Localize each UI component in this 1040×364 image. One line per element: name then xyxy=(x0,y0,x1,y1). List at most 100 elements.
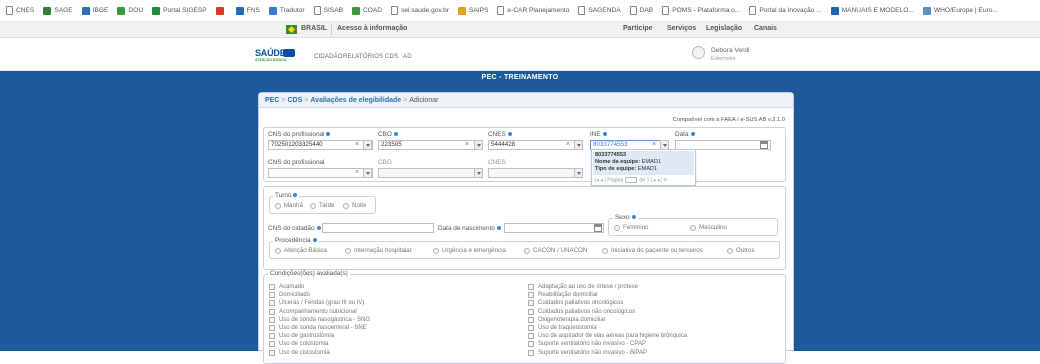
gov-link-participe[interactable]: Participe xyxy=(623,25,653,32)
condicao-checkbox[interactable]: Cuidados paliativos oncológicos xyxy=(528,300,623,307)
bookmark-14[interactable]: DAB xyxy=(629,6,653,15)
turno-noite-radio[interactable]: Noite xyxy=(343,202,366,209)
user-avatar-icon[interactable] xyxy=(692,46,705,59)
checkbox-icon[interactable] xyxy=(528,284,534,290)
checkbox-icon[interactable] xyxy=(269,349,275,356)
cbo2-dropdown-icon[interactable] xyxy=(474,168,483,178)
cns-prof2-dropdown-icon[interactable] xyxy=(363,168,372,178)
bookmark-9[interactable]: COAD xyxy=(352,6,382,15)
bookmark-12[interactable]: e-CAR Planejamento xyxy=(497,6,569,15)
bookmark-3[interactable]: DOU xyxy=(117,6,143,15)
bookmark-10[interactable]: sei.saude.gov.br xyxy=(391,6,449,15)
cbo2-input[interactable] xyxy=(378,168,483,178)
procedencia-outros-radio[interactable]: Outros xyxy=(727,247,755,254)
procedencia-urgencia-radio[interactable]: Urgência e emergência xyxy=(433,247,506,254)
bookmark-11[interactable]: SAIPS xyxy=(457,6,488,15)
checkbox-icon[interactable] xyxy=(528,349,534,356)
popup-code[interactable]: 8033774553 xyxy=(595,152,626,158)
condicao-checkbox[interactable]: Suporte ventilatório não invasivo - BiPA… xyxy=(528,349,647,356)
condicao-checkbox[interactable]: Acompanhamento nutricional xyxy=(269,308,357,315)
condicao-checkbox[interactable]: Acamado xyxy=(269,284,304,290)
breadcrumb-cds[interactable]: CDS xyxy=(288,97,303,104)
checkbox-icon[interactable] xyxy=(269,284,275,290)
condicao-checkbox[interactable]: Uso de aspirador de vias aéreas para hig… xyxy=(528,333,687,340)
condicao-checkbox[interactable]: Uso de sonda nasoenteral - SNE xyxy=(269,325,367,331)
condicao-checkbox[interactable]: Reabilitação domiciliar xyxy=(528,292,598,299)
saude-logo[interactable]: SAÚDE ATENÇÃO BÁSICA xyxy=(255,48,295,64)
cns-prof-dropdown-icon[interactable] xyxy=(363,140,372,150)
bookmark-1[interactable]: SAGE xyxy=(43,6,73,15)
checkbox-icon[interactable] xyxy=(528,333,534,340)
checkbox-icon[interactable] xyxy=(528,325,534,331)
calendar-icon[interactable] xyxy=(760,141,768,149)
gov-acesso-link[interactable]: Acesso à informação xyxy=(337,25,407,32)
checkbox-icon[interactable] xyxy=(269,300,275,307)
checkbox-icon[interactable] xyxy=(528,308,534,315)
breadcrumb-pec[interactable]: PEC xyxy=(265,97,279,104)
condicao-checkbox[interactable]: Oxigenoterapia domiciliar xyxy=(528,316,606,323)
clear-icon[interactable]: × xyxy=(465,140,469,150)
checkbox-icon[interactable] xyxy=(269,308,275,315)
procedencia-cacon-radio[interactable]: CACON / UNACON xyxy=(524,247,587,254)
bookmark-13[interactable]: SAGENDA xyxy=(578,6,621,15)
bookmark-15[interactable]: POMS - Plataforma o... xyxy=(662,6,740,15)
gov-link-canais[interactable]: Canais xyxy=(754,25,777,32)
sexo-masculino-radio[interactable]: Masculino xyxy=(690,224,727,231)
checkbox-icon[interactable] xyxy=(269,325,275,331)
checkbox-icon[interactable] xyxy=(528,341,534,348)
bookmark-17[interactable]: MANUAIS E MODELO... xyxy=(830,6,914,15)
menu-cidadao[interactable]: CIDADÃO xyxy=(314,54,343,60)
condicao-checkbox[interactable]: Uso de colostomia xyxy=(269,341,328,348)
bookmark-8[interactable]: SISAB xyxy=(313,6,343,15)
condicao-checkbox[interactable]: Suporte ventilatório não invasivo - CPAP xyxy=(528,341,646,348)
sexo-feminino-radio[interactable]: Feminino xyxy=(614,224,648,231)
gov-link-legislacao[interactable]: Legislação xyxy=(706,25,742,32)
clear-icon[interactable]: × xyxy=(355,168,359,178)
bookmark-7[interactable]: Tradutor xyxy=(268,6,305,15)
cns-cidadao-input[interactable] xyxy=(322,223,434,233)
checkbox-icon[interactable] xyxy=(269,341,275,348)
condicao-checkbox[interactable]: Uso de traqueostomia xyxy=(528,325,597,331)
procedencia-iniciativa-radio[interactable]: Iniciativa do paciente ou terceiros xyxy=(602,247,703,254)
gov-link-servicos[interactable]: Serviços xyxy=(667,25,696,32)
data-nasc-input[interactable] xyxy=(504,223,604,233)
calendar-icon[interactable] xyxy=(594,224,602,232)
clear-icon[interactable]: × xyxy=(566,140,570,150)
page-input[interactable] xyxy=(625,177,638,183)
cnes2-dropdown-icon[interactable] xyxy=(574,168,583,178)
checkbox-icon[interactable] xyxy=(528,292,534,299)
bookmark-6[interactable]: FNS xyxy=(235,6,260,15)
checkbox-icon[interactable] xyxy=(528,316,534,323)
procedencia-internacao-radio[interactable]: Internação hospitalar xyxy=(345,247,412,254)
bookmark-16[interactable]: Portal da Inovação ... xyxy=(749,6,822,15)
condicao-checkbox[interactable]: Uso de cistostomia xyxy=(269,349,330,356)
condicao-checkbox[interactable]: Cuidados paliativos não oncológicos xyxy=(528,308,635,315)
menu-ad[interactable]: AD xyxy=(403,54,412,60)
bookmark-2[interactable]: IBGE xyxy=(81,6,108,15)
menu-cds[interactable]: CDS xyxy=(385,54,398,60)
procedencia-atencao-radio[interactable]: Atenção Básica xyxy=(275,247,327,254)
condicao-checkbox[interactable]: Domiciliado xyxy=(269,292,310,299)
condicao-checkbox[interactable]: Uso de sonda nasogástrica - SNG xyxy=(269,316,370,323)
cnes2-input[interactable] xyxy=(488,168,583,178)
turno-tarde-radio[interactable]: Tarde xyxy=(310,202,334,209)
bookmark-0[interactable]: CNES xyxy=(6,6,34,15)
bookmark-4[interactable]: Portal SIGESP xyxy=(152,6,207,15)
user-name[interactable]: Debora Verdi xyxy=(711,47,750,54)
turno-manha-radio[interactable]: Manhã xyxy=(275,202,303,209)
breadcrumb-avaliacoes[interactable]: Avaliações de elegibilidade xyxy=(310,97,401,104)
checkbox-icon[interactable] xyxy=(269,292,275,299)
clear-icon[interactable]: × xyxy=(355,140,359,150)
checkbox-icon[interactable] xyxy=(269,316,275,323)
checkbox-icon[interactable] xyxy=(269,333,275,340)
condicao-checkbox[interactable]: Uso de gastrostomia xyxy=(269,333,334,340)
checkbox-icon[interactable] xyxy=(528,300,534,307)
cnes-dropdown-icon[interactable] xyxy=(574,140,583,150)
cbo-dropdown-icon[interactable] xyxy=(474,140,483,150)
condicao-checkbox[interactable]: Adaptação ao uso de órtese / prótese xyxy=(528,284,638,290)
bookmark-5[interactable] xyxy=(215,6,227,15)
bookmark-18[interactable]: WHO/Europe | Euro... xyxy=(922,6,998,15)
gov-brasil-link[interactable]: BRASIL xyxy=(301,25,327,32)
condicao-checkbox[interactable]: Úlceras / Feridas (grau III ou IV) xyxy=(269,300,364,307)
menu-relatorios[interactable]: RELATÓRIOS xyxy=(343,54,383,60)
